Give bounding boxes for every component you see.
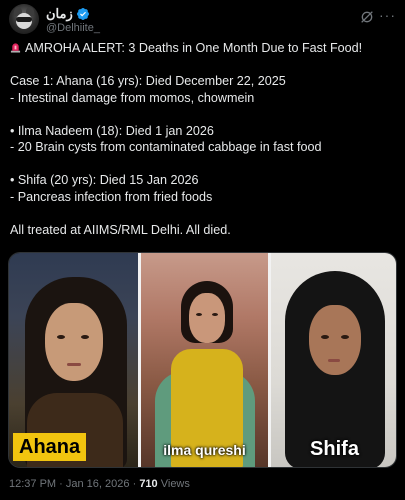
text-line-blank bbox=[10, 205, 398, 222]
views-count: 710 bbox=[139, 478, 158, 490]
text-line: • Ilma Nadeem (18): Died 1 jan 2026 bbox=[10, 123, 214, 138]
tweet-text: AMROHA ALERT: 3 Deaths in One Month Due … bbox=[10, 40, 398, 238]
text-line: • Shifa (20 yrs): Died 15 Jan 2026 bbox=[10, 173, 199, 187]
photo-panel-shifa: Shifa bbox=[271, 253, 396, 467]
text-line-blank bbox=[10, 156, 398, 173]
tweet: زمان @Delhiite_ ··· AMROHA ALERT: 3 Deat… bbox=[0, 0, 405, 500]
text-line: Case 1: Ahana (16 yrs): Died December 22… bbox=[10, 74, 286, 88]
display-name-text[interactable]: زمان bbox=[46, 6, 73, 22]
author-display-name[interactable]: زمان bbox=[46, 6, 90, 22]
text-line-blank bbox=[10, 106, 398, 123]
more-options-icon[interactable]: ··· bbox=[379, 8, 396, 22]
photo-label-shifa: Shifa bbox=[310, 438, 359, 460]
views-label: Views bbox=[160, 478, 190, 490]
text-line-blank bbox=[10, 57, 398, 74]
text-line-alert: AMROHA ALERT: 3 Deaths in One Month Due … bbox=[10, 40, 398, 57]
text-line: - Pancreas infection from fried foods bbox=[10, 189, 213, 204]
photo-label-ilma: ilma qureshi bbox=[163, 442, 246, 458]
tweet-header: زمان @Delhiite_ ··· bbox=[0, 0, 405, 40]
tweet-meta: 12:37 PM · Jan 16, 2026 · 710 Views bbox=[9, 478, 190, 490]
verified-badge-icon bbox=[76, 8, 89, 20]
author-handle[interactable]: @Delhiite_ bbox=[46, 22, 100, 34]
grok-icon[interactable] bbox=[359, 9, 375, 25]
text-line: - Intestinal damage from momos, chowmein bbox=[10, 90, 255, 105]
tweet-media-image[interactable]: Ahana ilma qureshi Shifa bbox=[8, 252, 397, 468]
photo-label-ahana: Ahana bbox=[13, 433, 87, 461]
avatar[interactable] bbox=[9, 4, 39, 34]
post-time[interactable]: 12:37 PM bbox=[9, 478, 56, 490]
text-line: All treated at AIIMS/RML Delhi. All died… bbox=[10, 222, 231, 237]
text-line: - 20 Brain cysts from contaminated cabba… bbox=[10, 140, 322, 154]
photo-panel-ilma: ilma qureshi bbox=[141, 253, 268, 467]
post-date[interactable]: Jan 16, 2026 bbox=[66, 478, 130, 490]
photo-panel-ahana: Ahana bbox=[9, 253, 138, 467]
siren-emoji-icon bbox=[10, 43, 21, 53]
